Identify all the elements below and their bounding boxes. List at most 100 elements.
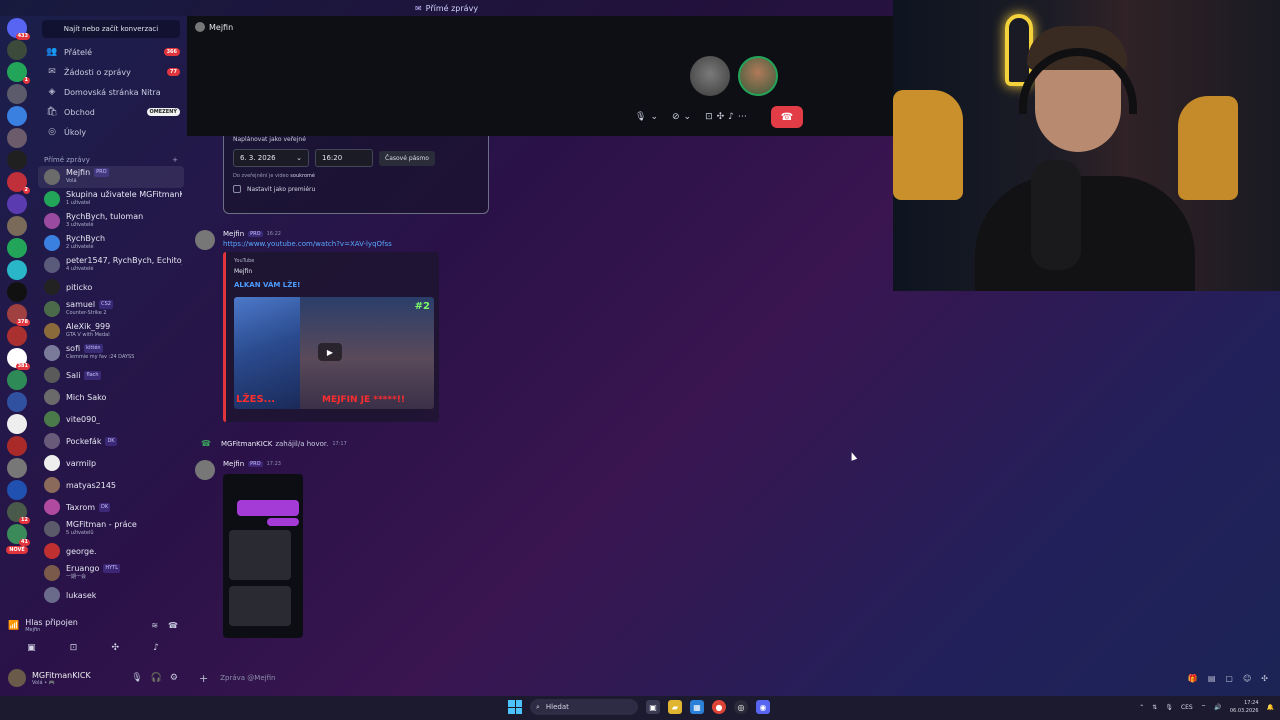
dm-item[interactable]: Skupina uživatele MGFitmanKI... 1 uživate… — [36, 188, 186, 210]
wifi-icon[interactable]: ⌔ — [1201, 703, 1207, 711]
store-icon[interactable]: ▦ — [690, 700, 704, 714]
noise-suppression-icon[interactable]: ≋ — [151, 621, 158, 630]
server-icon[interactable] — [7, 40, 27, 60]
call-activities-icon[interactable]: ✣ — [717, 112, 725, 122]
dm-item[interactable]: Eruango HYTL 一期一会 — [36, 562, 186, 584]
server-icon[interactable] — [7, 392, 27, 412]
network-icon[interactable]: ⇅ — [1152, 704, 1157, 711]
chrome-icon[interactable]: ● — [712, 700, 726, 714]
embed-title[interactable]: ALKAN VÁM LŽE! — [234, 281, 431, 289]
gift-icon[interactable]: 🎁 — [1188, 674, 1198, 683]
disconnect-icon[interactable]: ☎ — [168, 621, 178, 630]
dm-item[interactable]: sofi kittén Clemmie my fav :24 DAYSS — [36, 342, 186, 364]
emoji-icon[interactable]: ☺ — [1243, 674, 1251, 683]
youtube-link[interactable]: https://www.youtube.com/watch?v=XAV-lyqO… — [223, 240, 439, 248]
sidebar-nav-item[interactable]: 🛍 Obchod OMEZENÝ — [36, 102, 186, 122]
tray-mic-icon[interactable]: 🎙 — [1165, 704, 1173, 711]
dm-item[interactable]: RychBych, tuloman 3 uživatelé — [36, 210, 186, 232]
embed-author[interactable]: Mejfin — [234, 268, 431, 275]
server-icon[interactable] — [7, 84, 27, 104]
message-avatar[interactable] — [195, 460, 215, 480]
find-conversation-button[interactable]: Najít nebo začít konverzaci — [42, 20, 180, 38]
user-avatar[interactable] — [8, 669, 26, 687]
dm-item[interactable]: piticko — [36, 276, 186, 298]
participant-avatar-self[interactable] — [738, 56, 778, 96]
phone-screenshot-attachment[interactable] — [223, 474, 303, 638]
video-thumbnail[interactable]: LŽES... MEJFIN JE *****!! #2 ▶ — [234, 297, 434, 409]
server-icon[interactable] — [7, 106, 27, 126]
chevron-down-icon[interactable]: ⌄ — [650, 112, 658, 122]
server-icon[interactable] — [7, 436, 27, 456]
server-icon[interactable] — [7, 238, 27, 258]
discord-icon[interactable]: ◉ — [756, 700, 770, 714]
server-icon[interactable]: 433 — [7, 18, 30, 40]
dm-item[interactable]: Taxrom DK — [36, 496, 186, 518]
add-dm-button[interactable]: + — [172, 156, 178, 164]
server-icon[interactable]: 378 — [7, 304, 30, 326]
more-icon[interactable]: ⋯ — [738, 112, 747, 122]
sidebar-nav-item[interactable]: ◎ Úkoly — [36, 122, 186, 142]
end-call-button[interactable]: ☎ — [770, 106, 803, 128]
language-indicator[interactable]: CES — [1181, 704, 1193, 711]
activities-icon[interactable]: ✣ — [111, 643, 119, 653]
server-icon[interactable]: 12 — [7, 502, 30, 524]
call-event-user[interactable]: MGFitmanKICK — [221, 440, 272, 448]
sidebar-nav-item[interactable]: ✉ Žádosti o zprávy 77 — [36, 62, 186, 82]
dm-item[interactable]: varmilp — [36, 452, 186, 474]
clock[interactable]: 17:24 06.03.2026 — [1230, 699, 1259, 715]
attach-plus-icon[interactable]: + — [199, 672, 208, 685]
screen-share-icon[interactable]: ⊡ — [70, 643, 78, 653]
file-explorer-icon[interactable]: ▰ — [668, 700, 682, 714]
play-icon[interactable]: ▶ — [318, 343, 342, 361]
settings-gear-icon[interactable]: ⚙ — [170, 673, 178, 683]
server-icon[interactable]: 381 — [7, 348, 30, 370]
camera-icon[interactable]: ▣ — [27, 643, 36, 653]
dm-item[interactable]: george. — [36, 540, 186, 562]
message-input[interactable]: Zpráva @Mejfin — [220, 674, 275, 682]
taskbar-search[interactable]: ⌕ Hledat — [530, 699, 638, 715]
sidebar-nav-item[interactable]: ◈ Domovská stránka Nitra — [36, 82, 186, 102]
server-icon[interactable] — [7, 370, 27, 390]
dm-item[interactable]: lukasek — [36, 584, 186, 606]
server-icon[interactable] — [7, 194, 27, 214]
task-view-icon[interactable]: ▣ — [646, 700, 660, 714]
server-icon[interactable] — [7, 458, 27, 478]
dm-item[interactable]: Mejfin PRO Volá — [38, 166, 184, 188]
new-servers-badge[interactable]: NOVÉ — [6, 546, 28, 554]
dm-item[interactable]: Mich Sako — [36, 386, 186, 408]
dm-item[interactable]: AleXik_999 GTA V with Medal — [36, 320, 186, 342]
call-mic-icon[interactable]: 🎙 — [635, 112, 646, 122]
sidebar-nav-item[interactable]: 👥 Přátelé 366 — [36, 42, 186, 62]
apps-icon[interactable]: ✣ — [1261, 674, 1268, 683]
call-screenshare-icon[interactable]: ⊡ — [705, 112, 713, 122]
dm-item[interactable]: Pockefák DK — [36, 430, 186, 452]
message-author[interactable]: Mejfin — [223, 460, 244, 468]
participant-avatar-mejfin[interactable] — [690, 56, 730, 96]
dm-item[interactable]: Sali flach — [36, 364, 186, 386]
server-icon[interactable]: 2 — [7, 172, 30, 194]
server-icon[interactable] — [7, 216, 27, 236]
volume-icon[interactable]: 🔊 — [1214, 704, 1221, 711]
server-icon[interactable] — [7, 282, 27, 302]
chevron-up-icon[interactable]: ⌃ — [1139, 704, 1144, 711]
message-avatar[interactable] — [195, 230, 215, 250]
gif-icon[interactable]: ▤ — [1208, 674, 1216, 683]
server-icon[interactable] — [7, 326, 27, 346]
server-icon[interactable]: 1 — [7, 62, 30, 84]
call-soundboard-icon[interactable]: ♪ — [728, 112, 734, 122]
server-icon[interactable]: 41 — [7, 524, 30, 546]
chevron-down-icon[interactable]: ⌄ — [684, 112, 692, 122]
server-icon[interactable] — [7, 260, 27, 280]
dm-item[interactable]: vite090_ — [36, 408, 186, 430]
sticker-icon[interactable]: ▢ — [1225, 674, 1233, 683]
dm-item[interactable]: samuel CS2 Counter-Strike 2 — [36, 298, 186, 320]
dm-item[interactable]: MGFitman - práce 5 uživatelů — [36, 518, 186, 540]
server-icon[interactable] — [7, 480, 27, 500]
message-author[interactable]: Mejfin — [223, 230, 244, 238]
obs-icon[interactable]: ◎ — [734, 700, 748, 714]
dm-item[interactable]: peter1547, RychBych, Echito_LI...4 uživa… — [36, 254, 186, 276]
dm-item[interactable]: matyas2145 — [36, 474, 186, 496]
server-icon[interactable] — [7, 128, 27, 148]
headphones-icon[interactable]: 🎧 — [151, 673, 162, 683]
mic-icon[interactable]: 🎙 — [131, 673, 142, 683]
